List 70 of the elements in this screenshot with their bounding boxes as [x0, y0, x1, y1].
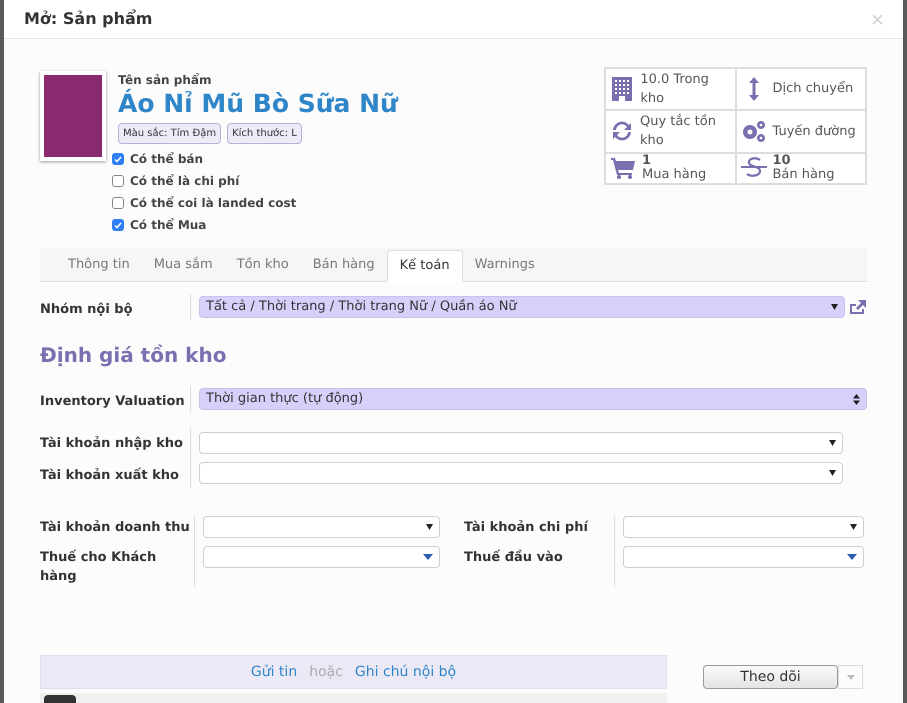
field-label: Tên sản phẩm — [118, 72, 212, 88]
stat-label: Quy tắc tồn kho — [640, 112, 717, 150]
stat-button[interactable]: 1 Mua hàng — [605, 152, 736, 184]
valuation-select[interactable]: Thời gian thực (tự động) — [199, 388, 867, 410]
cart-icon — [611, 157, 635, 180]
product-name[interactable]: Áo Nỉ Mũ Bò Sữa Nữ — [118, 89, 398, 119]
stat-value: 1 — [642, 154, 652, 168]
caret-icon — [831, 304, 838, 310]
stat-label: 10.0 Trong kho — [640, 70, 710, 108]
attribute-tag: Màu sắc: Tím Đậm — [118, 123, 222, 144]
tab[interactable]: Mua sắm — [142, 249, 225, 281]
field-label: Tài khoản nhập kho — [40, 435, 184, 453]
updown-caret-icon — [853, 394, 860, 404]
section-title: Định giá tồn kho — [40, 342, 228, 369]
stat-label: Tuyến đường — [772, 122, 856, 141]
field-label: Tài khoản xuất kho — [40, 466, 180, 484]
checkbox[interactable] — [112, 175, 124, 187]
account-select[interactable] — [203, 516, 440, 538]
category-select[interactable]: Tất cả / Thời trang / Thời trang Nữ / Quần áo Nữ — [199, 296, 845, 318]
field-label: Inventory Valuation — [40, 394, 185, 409]
tab[interactable]: Bán hàng — [300, 249, 387, 281]
avatar-placeholder — [44, 695, 76, 703]
account-select[interactable] — [199, 432, 843, 454]
caret-icon — [829, 440, 836, 446]
or-text: hoặc — [309, 662, 343, 682]
stat-value: 10 — [772, 154, 791, 168]
caret-icon — [829, 470, 836, 476]
gears-icon — [740, 119, 766, 144]
tab[interactable]: Thông tin — [56, 249, 142, 281]
external-link-icon[interactable] — [849, 300, 867, 314]
stat-button[interactable]: 10.0 Trong kho — [605, 68, 736, 110]
attribute-tag: Kích thước: L — [227, 123, 302, 144]
tab[interactable]: Warnings — [462, 249, 547, 281]
checkbox-label: Có thể coi là landed cost — [130, 195, 296, 212]
stat-label: Mua hàng — [642, 168, 706, 182]
checkbox[interactable] — [112, 197, 124, 209]
checkbox-label: Có thể bán — [130, 151, 204, 168]
window-title: Mở: Sản phẩm — [24, 8, 152, 30]
checkbox-label: Có thể Mua — [130, 217, 206, 234]
tab[interactable]: Tồn kho — [224, 249, 301, 281]
building-icon — [612, 77, 632, 102]
checkbox-label: Có thể là chi phí — [130, 173, 240, 190]
caret-icon — [846, 674, 854, 680]
tax-select[interactable] — [203, 546, 440, 568]
field-label: Thuế đầu vào — [464, 548, 564, 566]
tab[interactable]: Kế toán — [386, 250, 463, 282]
stat-label: Dịch chuyển — [772, 80, 854, 98]
caret-icon — [426, 524, 433, 530]
close-icon[interactable] — [872, 14, 883, 24]
refresh-icon — [610, 120, 634, 142]
stat-button[interactable]: Tuyến đường — [736, 110, 866, 153]
field-label: Nhóm nội bộ — [40, 302, 133, 317]
stat-button[interactable]: Dịch chuyển — [736, 68, 866, 110]
up-down-arrow-icon — [748, 77, 758, 102]
caret-icon — [423, 554, 433, 560]
caret-icon — [850, 524, 857, 530]
caret-icon — [847, 554, 857, 560]
tax-select[interactable] — [623, 546, 864, 568]
field-label: Thuế cho Khách hàng — [40, 548, 158, 586]
stat-label: Bán hàng — [772, 168, 834, 182]
checkbox[interactable] — [112, 153, 124, 165]
stat-button[interactable]: Quy tắc tồn kho — [605, 110, 736, 153]
account-select[interactable] — [199, 462, 843, 484]
field-label: Tài khoản chi phí — [464, 519, 590, 537]
field-label: Tài khoản doanh thu — [40, 519, 191, 537]
stat-button[interactable]: 10 Bán hàng — [736, 152, 866, 184]
follow-menu-button[interactable] — [838, 665, 863, 689]
account-select[interactable] — [623, 516, 864, 538]
checkbox[interactable] — [112, 219, 124, 231]
follow-button[interactable]: Theo dõi — [703, 665, 838, 689]
